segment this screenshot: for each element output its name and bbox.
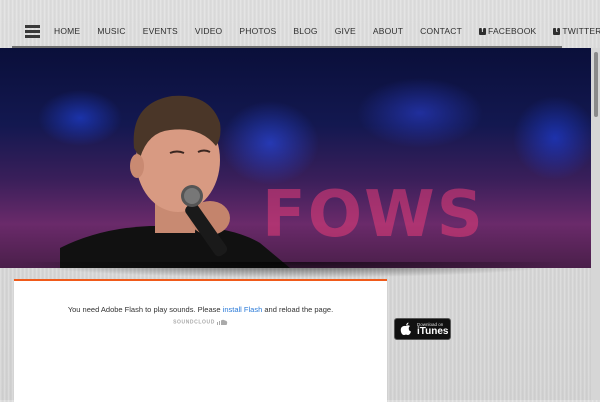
hero-banner: FOWS: [0, 48, 591, 268]
apple-icon: [400, 322, 411, 335]
twitter-icon: t: [553, 27, 561, 35]
nav-home[interactable]: HOME: [54, 26, 80, 36]
flash-message-after: and reload the page.: [262, 305, 334, 314]
nav-contact[interactable]: CONTACT: [420, 26, 462, 36]
nav-twitter-label: TWITTER: [562, 26, 600, 36]
nav-video[interactable]: VIDEO: [195, 26, 222, 36]
scrollbar-thumb[interactable]: [594, 52, 598, 117]
nav-facebook-label: FACEBOOK: [488, 26, 537, 36]
soundcloud-logo[interactable]: SOUNDCLOUD: [14, 319, 387, 325]
main-navigation: HOME MUSIC EVENTS VIDEO PHOTOS BLOG GIVE…: [0, 0, 600, 48]
nav-blog[interactable]: BLOG: [293, 26, 317, 36]
itunes-badge-label: iTunes: [417, 326, 449, 337]
soundcloud-player: You need Adobe Flash to play sounds. Ple…: [14, 279, 387, 402]
nav-about[interactable]: ABOUT: [373, 26, 403, 36]
flash-required-message: You need Adobe Flash to play sounds. Ple…: [14, 305, 387, 314]
nav-events[interactable]: EVENTS: [143, 26, 178, 36]
nav-facebook[interactable]: f FACEBOOK: [479, 26, 536, 36]
nav-music[interactable]: MUSIC: [97, 26, 125, 36]
flash-message-before: You need Adobe Flash to play sounds. Ple…: [67, 305, 223, 314]
hamburger-menu-icon[interactable]: [25, 25, 40, 39]
install-flash-link[interactable]: install Flash: [223, 305, 263, 314]
nav-twitter[interactable]: t TWITTER: [553, 26, 600, 36]
hero-shadow: [14, 262, 574, 278]
soundcloud-label: SOUNDCLOUD: [173, 319, 215, 326]
nav-photos[interactable]: PHOTOS: [239, 26, 276, 36]
soundcloud-cloud-icon: [216, 319, 228, 325]
itunes-download-badge[interactable]: Download on iTunes: [394, 318, 451, 340]
facebook-icon: f: [479, 27, 487, 35]
nav-give[interactable]: GIVE: [335, 26, 356, 36]
singer-photo: [60, 95, 290, 268]
nav-links: HOME MUSIC EVENTS VIDEO PHOTOS BLOG GIVE…: [54, 26, 600, 36]
